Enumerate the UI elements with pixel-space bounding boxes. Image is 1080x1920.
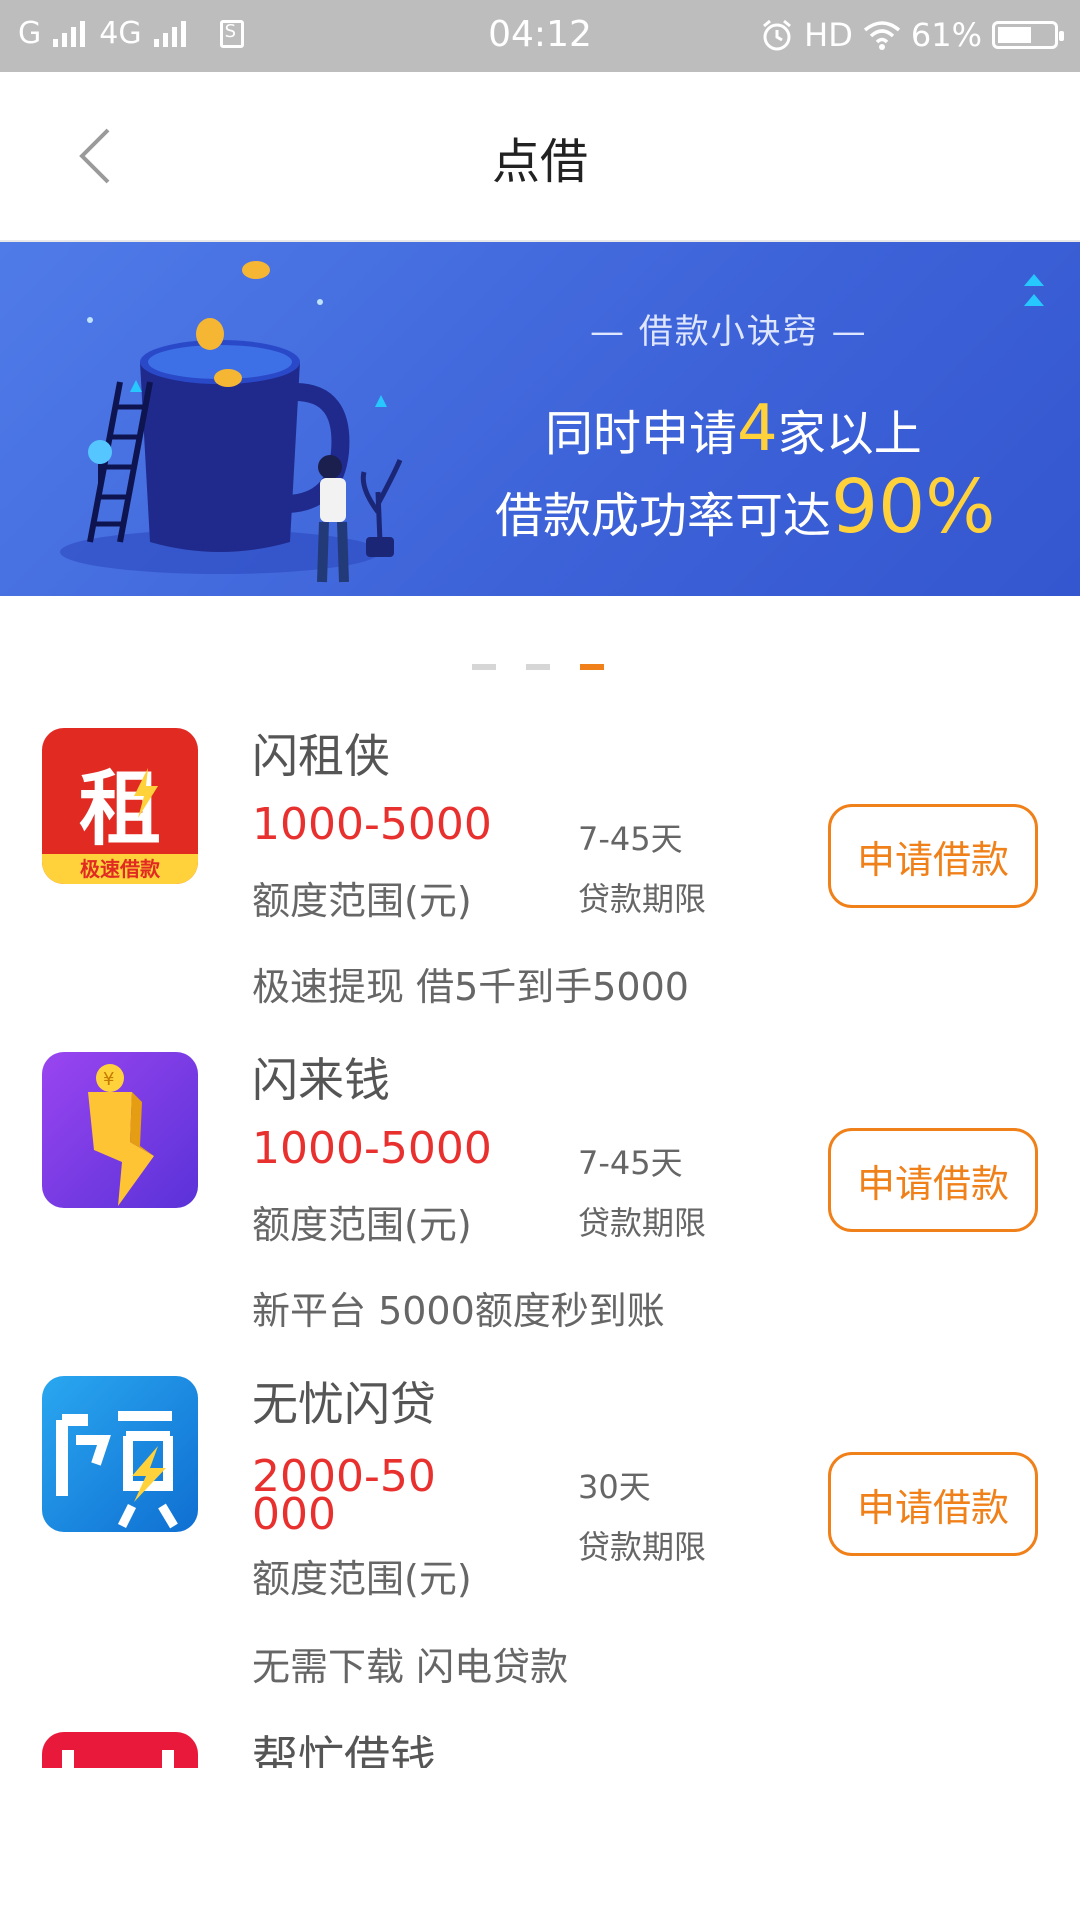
logo-caption: 极速借款: [42, 854, 198, 884]
loan-item-clipped[interactable]: 帮忙借钱: [0, 1720, 1080, 1768]
battery-icon: [992, 21, 1064, 49]
loan-name: 无忧闪贷: [252, 1377, 436, 1431]
loan-name: 闪来钱: [252, 1053, 390, 1107]
status-bar: G 4G S 04:12 HD 61%: [0, 0, 1080, 72]
banner-line1-post: 家以上: [777, 406, 922, 462]
lightning-icon: [134, 768, 158, 818]
logo-char: 租: [78, 762, 161, 857]
loan-desc: 无需下载 闪电贷款: [252, 1645, 569, 1689]
apply-loan-button[interactable]: 申请借款: [828, 1128, 1038, 1232]
loan-desc: 新平台 5000额度秒到账: [252, 1289, 665, 1333]
banner-line1-pre: 同时申请: [545, 406, 738, 462]
nav-bar: 点借: [0, 72, 1080, 242]
loan-term: 7-45天: [578, 820, 683, 858]
arrow-decor-icon: [1024, 274, 1044, 306]
banner-subtitle: — 借款小诀窍 —: [590, 312, 868, 352]
loan-desc: 极速提现 借5千到手5000: [252, 965, 689, 1009]
shandai-logo-icon: [56, 1411, 178, 1529]
term-label: 贷款期限: [578, 1204, 707, 1242]
apply-loan-button[interactable]: 申请借款: [828, 1452, 1038, 1556]
carousel-dot[interactable]: [526, 664, 550, 670]
wifi-icon: [863, 21, 900, 50]
loan-term: 7-45天: [578, 1144, 683, 1182]
logo-shape: [162, 1750, 174, 1768]
amount-label: 额度范围(元): [252, 1203, 472, 1247]
app-logo-zu: 租 极速借款: [42, 728, 198, 884]
promo-banner[interactable]: — 借款小诀窍 — 同时申请4家以上 借款成功率可达90%: [0, 242, 1080, 596]
term-label: 贷款期限: [578, 1528, 707, 1566]
banner-line1-num: 4: [737, 392, 778, 466]
loan-amount: 2000-50000: [252, 1451, 436, 1540]
loan-amount: 1000-5000: [252, 799, 492, 850]
banner-line1: 同时申请4家以上: [545, 392, 922, 466]
svg-text:¥: ¥: [103, 1069, 114, 1090]
carousel-dot[interactable]: [472, 664, 496, 670]
app-logo-lightning: ¥: [42, 1052, 198, 1208]
carousel-indicator: [472, 664, 604, 670]
hd-label: HD: [804, 16, 853, 54]
money-lightning-icon: ¥: [88, 1064, 154, 1206]
banner-line2-num: 90%: [831, 464, 996, 550]
loan-amount: 1000-5000: [252, 1123, 492, 1174]
app-logo-bangmang: [42, 1732, 198, 1768]
banner-line2: 借款成功率可达90%: [495, 464, 996, 550]
mug-illustration: [60, 261, 403, 583]
term-label: 贷款期限: [578, 880, 707, 918]
logo-shape: [62, 1750, 74, 1768]
apply-loan-button[interactable]: 申请借款: [828, 804, 1038, 908]
loan-name: 帮忙借钱: [252, 1731, 436, 1768]
loan-name: 闪租侠: [252, 729, 390, 783]
page-title: 点借: [491, 134, 588, 190]
banner-line2-pre: 借款成功率可达: [495, 488, 832, 544]
amount-label: 额度范围(元): [252, 1557, 472, 1601]
app-logo-shandai: [42, 1376, 198, 1532]
loan-term: 30天: [578, 1468, 651, 1506]
status-right: HD 61%: [760, 16, 1064, 54]
battery-percent: 61%: [910, 16, 982, 54]
carousel-dot-active[interactable]: [580, 664, 604, 670]
amount-label: 额度范围(元): [252, 879, 472, 923]
alarm-icon: [763, 19, 792, 51]
